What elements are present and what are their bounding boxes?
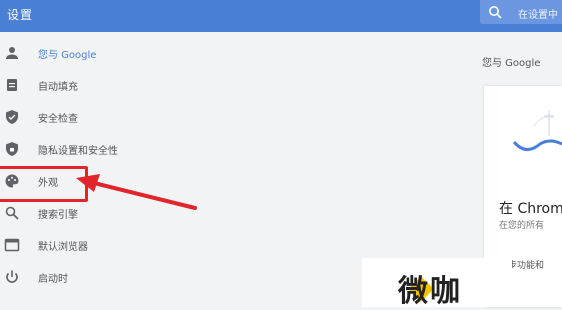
sidebar-item-label: 安全检查 <box>38 114 78 125</box>
section-title: 您与 Google <box>482 58 541 69</box>
annotation-arrow <box>76 174 197 210</box>
top-bar: 设置 在设置中 <box>0 0 562 32</box>
browser-icon <box>4 238 20 252</box>
watermark-text: 微咖 <box>398 274 462 309</box>
sidebar-item-autofill[interactable]: 自动填充 <box>0 70 210 100</box>
sidebar-item-safety-check[interactable]: 安全检查 <box>0 102 210 132</box>
card-heading: 在 Chrom <box>499 201 562 217</box>
shield-icon <box>6 110 18 124</box>
page-title: 设置 <box>7 8 34 22</box>
sidebar-item-label: 自动填充 <box>38 82 78 93</box>
search-input[interactable]: 在设置中 <box>518 6 562 21</box>
sidebar-item-privacy[interactable]: 隐私设置和安全性 <box>0 134 210 164</box>
search-icon <box>5 206 19 220</box>
sidebar-item-on-startup[interactable]: 启动时 <box>0 262 210 292</box>
clipboard-icon <box>7 79 17 91</box>
person-icon <box>6 47 18 59</box>
sidebar-item-label: 您与 Google <box>38 50 97 61</box>
sidebar-item-label: 启动时 <box>38 274 68 285</box>
card-subtext: 在您的所有 <box>499 221 545 231</box>
sync-illustration <box>512 111 562 151</box>
sidebar-item-you-and-google[interactable]: 您与 Google <box>0 38 210 68</box>
search-icon <box>489 6 502 19</box>
watermark-logo: 微咖 <box>362 258 512 309</box>
shield-lock-icon <box>6 142 18 156</box>
power-icon <box>6 270 18 283</box>
search-box[interactable]: 在设置中 <box>480 0 562 24</box>
sidebar-item-label: 默认浏览器 <box>38 242 88 253</box>
sidebar-item-default-browser[interactable]: 默认浏览器 <box>0 230 210 260</box>
sidebar-item-label: 隐私设置和安全性 <box>38 146 118 157</box>
